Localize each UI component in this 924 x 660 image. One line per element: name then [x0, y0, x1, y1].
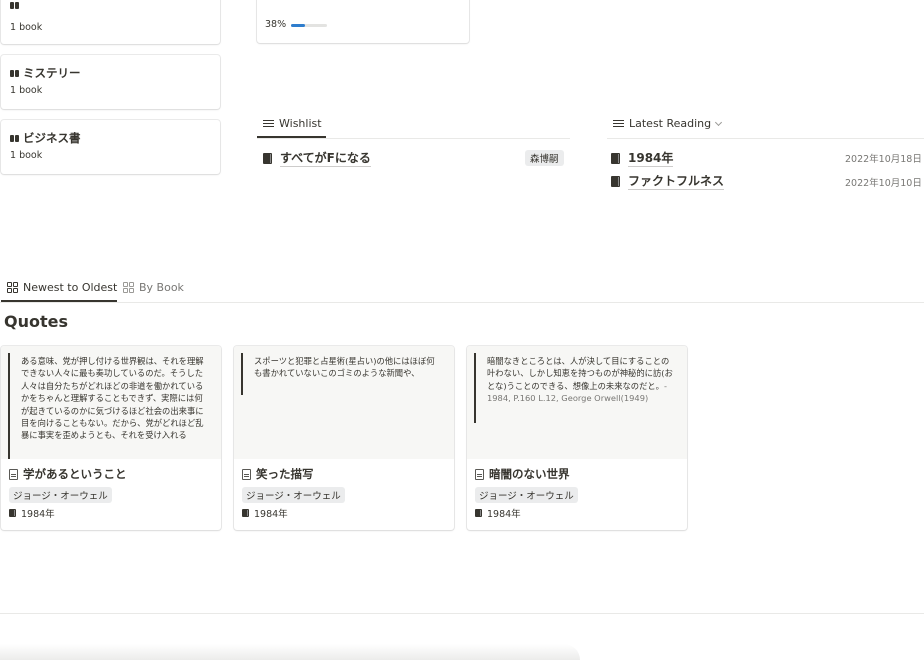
quote-preview: スポーツと犯罪と占星術(星占い)の他にはほぼ何も書かれていないこのゴミのような新… — [234, 346, 454, 459]
category-count: 1 book — [10, 85, 43, 96]
bottom-shadow — [0, 644, 580, 660]
progress-bar-fill — [291, 24, 305, 27]
category-title: ビジネス書 — [10, 130, 81, 146]
divider — [0, 302, 924, 303]
chevron-down-icon — [715, 118, 723, 126]
quote-preview: 暗闇なきところとは、人が決して目にすることの叶わない、しかし知恵を持つものが神秘… — [467, 346, 687, 459]
notebook-icon — [263, 152, 272, 164]
quote-bar — [241, 353, 243, 395]
reading-date: 2022年10月18日 — [845, 154, 922, 165]
book-label: 1984年 — [254, 509, 288, 520]
book-title: すべてがFになる — [280, 151, 371, 167]
author-tag: ジョージ・オーウェル — [242, 487, 345, 503]
tab-newest-to-oldest[interactable]: Newest to Oldest — [7, 281, 117, 294]
tab-label: By Book — [139, 281, 184, 294]
tab-wishlist-label: Wishlist — [279, 117, 322, 130]
quote-title-label: 笑った描写 — [256, 467, 314, 481]
quote-card[interactable]: スポーツと犯罪と占星術(星占い)の他にはほぼ何も書かれていないこのゴミのような新… — [234, 346, 454, 530]
quote-card[interactable]: 暗闇なきところとは、人が決して目にすることの叶わない、しかし知恵を持つものが神秘… — [467, 346, 687, 530]
quote-title: 暗闇のない世界 — [475, 466, 570, 482]
category-label: ミステリー — [23, 66, 81, 80]
notebook-icon — [611, 152, 620, 164]
quote-title: 学があるということ — [9, 466, 127, 482]
category-card-mystery[interactable]: ミステリー 1 book — [1, 55, 220, 109]
quote-title: 笑った描写 — [242, 466, 314, 482]
quote-text: 暗闇なきところとは、人が決して目にすることの叶わない、しかし知恵を持つものが神秘… — [487, 355, 675, 405]
progress-bar — [291, 24, 327, 27]
page-icon — [475, 468, 484, 480]
reading-date: 2022年10月10日 — [845, 178, 922, 189]
category-card-unknown[interactable]: 1 book — [1, 0, 220, 44]
open-book-icon — [10, 2, 19, 9]
notebook-icon — [475, 509, 482, 517]
gallery-icon — [7, 282, 18, 293]
tab-wishlist[interactable]: Wishlist — [263, 117, 322, 130]
tab-latest-reading[interactable]: Latest Reading — [613, 117, 723, 130]
divider — [0, 613, 924, 614]
category-count: 1 book — [10, 150, 43, 161]
open-book-icon — [10, 134, 19, 142]
book-title: 1984年 — [628, 151, 674, 167]
tab-by-book[interactable]: By Book — [123, 281, 184, 294]
book-relation[interactable]: 1984年 — [9, 506, 55, 520]
book-label: 1984年 — [487, 509, 521, 520]
author-tag: ジョージ・オーウェル — [9, 487, 112, 503]
category-title — [10, 2, 23, 9]
progress-label: 38% — [265, 19, 287, 30]
category-label: ビジネス書 — [23, 131, 81, 145]
notebook-icon — [611, 175, 620, 187]
category-card-business[interactable]: ビジネス書 1 book — [1, 120, 220, 174]
quote-preview: ある意味、党が押し付ける世界観は、それを理解できない人々に最も奏功しているのだ。… — [1, 346, 221, 459]
list-item[interactable]: すべてがFになる — [263, 149, 371, 167]
list-item[interactable]: 1984年 — [611, 149, 674, 167]
divider — [607, 138, 924, 139]
gallery-icon — [123, 282, 134, 293]
list-icon — [263, 119, 274, 128]
book-label: 1984年 — [21, 509, 55, 520]
notebook-icon — [9, 509, 16, 517]
quote-text: ある意味、党が押し付ける世界観は、それを理解できない人々に最も奏功しているのだ。… — [21, 356, 204, 441]
author-tag: 森博嗣 — [525, 150, 564, 166]
quote-title-label: 暗闇のない世界 — [489, 467, 570, 481]
book-title: ファクトフルネス — [628, 174, 725, 190]
list-item[interactable]: ファクトフルネス — [611, 172, 725, 190]
list-icon — [613, 119, 624, 128]
divider — [257, 138, 570, 139]
page-icon — [9, 468, 18, 480]
quote-card[interactable]: ある意味、党が押し付ける世界観は、それを理解できない人々に最も奏功しているのだ。… — [1, 346, 221, 530]
quote-bar — [8, 353, 10, 459]
category-title: ミステリー — [10, 65, 81, 81]
page-icon — [242, 468, 251, 480]
quote-title-label: 学があるということ — [23, 467, 127, 481]
quote-text: スポーツと犯罪と占星術(星占い)の他にはほぼ何も書かれていないこのゴミのような新… — [254, 356, 435, 379]
notebook-icon — [242, 509, 249, 517]
reading-card[interactable]: 38% — [257, 0, 469, 43]
tab-label: Newest to Oldest — [23, 281, 118, 294]
open-book-icon — [10, 69, 19, 77]
category-count: 1 book — [10, 22, 43, 33]
book-relation[interactable]: 1984年 — [242, 506, 288, 520]
book-relation[interactable]: 1984年 — [475, 506, 521, 520]
author-tag: ジョージ・オーウェル — [475, 487, 578, 503]
tab-latest-reading-label: Latest Reading — [629, 117, 712, 130]
quote-body: 暗闇なきところとは、人が決して目にすることの叶わない、しかし知恵を持つものが神秘… — [487, 356, 673, 391]
quote-bar — [474, 353, 476, 423]
quotes-heading: Quotes — [4, 312, 69, 331]
